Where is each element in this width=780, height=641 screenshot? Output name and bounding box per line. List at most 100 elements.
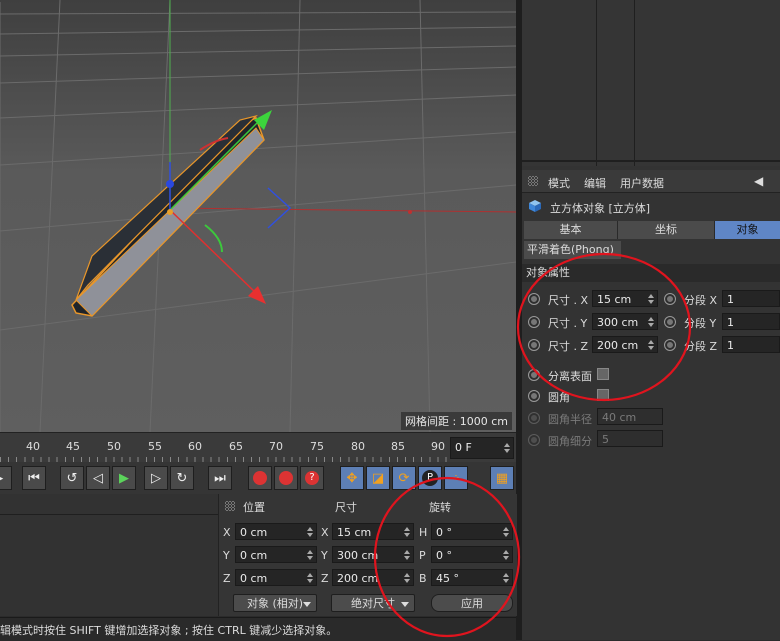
separate-surfaces-animate-radio[interactable] (528, 369, 540, 381)
attribute-manager: 模式 编辑 用户数据 ◀ 立方体对象 [立方体] 基本 坐标 对象 平滑着色(P… (522, 166, 780, 640)
position-header: 位置 (243, 501, 265, 514)
coord-size-z-field[interactable]: 200 cm (332, 569, 414, 586)
fillet-checkbox[interactable] (597, 389, 609, 401)
tab-coordinates[interactable]: 坐标 (618, 221, 715, 239)
rotate-tool-icon[interactable]: ⟳ (392, 466, 416, 490)
timeline-tick: 55 (148, 440, 162, 453)
timeline-ruler[interactable]: 40 45 50 55 60 65 70 75 80 85 90 (0, 432, 516, 463)
go-to-start-button[interactable]: ⏮ (22, 466, 46, 490)
timeline-tick: 50 (107, 440, 121, 453)
segments-z-label: 分段 Z (684, 340, 718, 353)
cube-object[interactable] (71, 114, 265, 317)
rot-p-value: 0 ° (436, 549, 452, 562)
record-keys-icon[interactable] (248, 466, 272, 490)
panel-grip-icon[interactable] (225, 501, 235, 511)
rot-h-field[interactable]: 0 ° (431, 523, 513, 540)
coordinate-mode-value: 对象 (相对) (246, 597, 304, 610)
status-text: 辑模式时按住 SHIFT 键增加选择对象 ; 按住 CTRL 键减少选择对象。 (0, 624, 338, 637)
next-frame-button[interactable]: ▷ (144, 466, 168, 490)
object-manager[interactable] (522, 0, 780, 166)
segments-x-field[interactable]: 1 (722, 290, 780, 307)
pos-z-value: 0 cm (240, 572, 268, 585)
coord-size-y-value: 300 cm (337, 549, 379, 562)
current-frame-field[interactable]: 0 F (450, 437, 514, 459)
pos-z-field[interactable]: 0 cm (235, 569, 317, 586)
tab-object[interactable]: 对象 (715, 221, 780, 239)
size-z-animate-radio[interactable] (528, 339, 540, 351)
pos-x-value: 0 cm (240, 526, 268, 539)
panel-grip-icon[interactable] (528, 176, 538, 186)
scale-tool-icon[interactable]: ◪ (366, 466, 390, 490)
size-mode-dropdown[interactable]: 绝对尺寸 (331, 594, 415, 612)
tab-phong[interactable]: 平滑着色(Phong) (524, 241, 621, 259)
pos-y-field[interactable]: 0 cm (235, 546, 317, 563)
rot-b-field[interactable]: 45 ° (431, 569, 513, 586)
rot-p-field[interactable]: 0 ° (431, 546, 513, 563)
size-header: 尺寸 (335, 501, 357, 514)
tab-basic[interactable]: 基本 (524, 221, 618, 239)
status-bar: 辑模式时按住 SHIFT 键增加选择对象 ; 按住 CTRL 键减少选择对象。 (0, 617, 516, 641)
current-frame-value: 0 F (455, 441, 472, 454)
pos-z-axis-label: Z (223, 572, 231, 585)
size-x-animate-radio[interactable] (528, 293, 540, 305)
frame-step-button[interactable]: ▸ (0, 466, 12, 490)
segments-x-animate-radio[interactable] (664, 293, 676, 305)
auto-key-icon[interactable] (274, 466, 298, 490)
size-y-field[interactable]: 300 cm (592, 313, 658, 330)
object-properties-header: 对象属性 (522, 264, 780, 282)
rot-p-axis-label: P (419, 549, 426, 562)
timeline-tick: 80 (351, 440, 365, 453)
size-y-label: 尺寸 . Y (548, 317, 588, 330)
go-to-end-button[interactable]: ⏭ (208, 466, 232, 490)
parameter-key-icon[interactable]: P (418, 466, 442, 490)
menu-mode[interactable]: 模式 (548, 175, 570, 191)
pos-x-field[interactable]: 0 cm (235, 523, 317, 540)
coord-size-x-field[interactable]: 15 cm (332, 523, 414, 540)
timeline-tick: 45 (66, 440, 80, 453)
material-manager-divider (0, 514, 218, 515)
fillet-animate-radio[interactable] (528, 390, 540, 402)
move-gizmo[interactable] (166, 110, 412, 304)
timeline-tick: 75 (310, 440, 324, 453)
segments-z-animate-radio[interactable] (664, 339, 676, 351)
menu-user-data[interactable]: 用户数据 (620, 175, 664, 191)
coord-size-y-field[interactable]: 300 cm (332, 546, 414, 563)
size-y-animate-radio[interactable] (528, 316, 540, 328)
coord-size-x-value: 15 cm (337, 526, 372, 539)
size-mode-value: 绝对尺寸 (351, 597, 395, 610)
apply-button[interactable]: 应用 (431, 594, 513, 612)
play-button[interactable]: ▶ (112, 466, 136, 490)
size-x-field[interactable]: 15 cm (592, 290, 658, 307)
segments-z-field[interactable]: 1 (722, 336, 780, 353)
timeline-window-icon[interactable]: ▦ (490, 466, 514, 490)
menu-edit[interactable]: 编辑 (584, 175, 606, 191)
cursor-arrow-icon[interactable]: ◀ (754, 174, 763, 188)
coordinate-mode-dropdown[interactable]: 对象 (相对) (233, 594, 317, 612)
pos-y-axis-label: Y (223, 549, 230, 562)
fillet-label: 圆角 (548, 391, 570, 404)
separate-surfaces-checkbox[interactable] (597, 368, 609, 380)
coord-size-z-value: 200 cm (337, 572, 379, 585)
segments-y-animate-radio[interactable] (664, 316, 676, 328)
segments-x-label: 分段 X (684, 294, 718, 307)
viewport[interactable]: 网格间距 : 1000 cm (0, 0, 516, 432)
size-z-field[interactable]: 200 cm (592, 336, 658, 353)
timeline-tick: 60 (188, 440, 202, 453)
rot-b-value: 45 ° (436, 572, 459, 585)
timeline-tick: 70 (269, 440, 283, 453)
object-manager-column-divider (596, 0, 597, 166)
point-level-icon[interactable]: ⁘ (444, 466, 468, 490)
previous-key-button[interactable]: ↺ (60, 466, 84, 490)
previous-frame-button[interactable]: ◁ (86, 466, 110, 490)
fillet-radius-animate-radio (528, 412, 540, 424)
help-key-icon[interactable]: ? (300, 466, 324, 490)
rotation-header: 旋转 (429, 501, 451, 514)
fillet-radius-field: 40 cm (597, 408, 663, 425)
segments-y-field[interactable]: 1 (722, 313, 780, 330)
coordinate-manager: 位置 尺寸 旋转 X 0 cm X 15 cm H 0 ° Y 0 cm Y 3… (218, 494, 517, 616)
next-key-button[interactable]: ↻ (170, 466, 194, 490)
fillet-subdivision-field: 5 (597, 430, 663, 447)
move-tool-icon[interactable]: ✥ (340, 466, 364, 490)
material-manager[interactable] (0, 494, 218, 616)
cube-icon (529, 200, 541, 212)
